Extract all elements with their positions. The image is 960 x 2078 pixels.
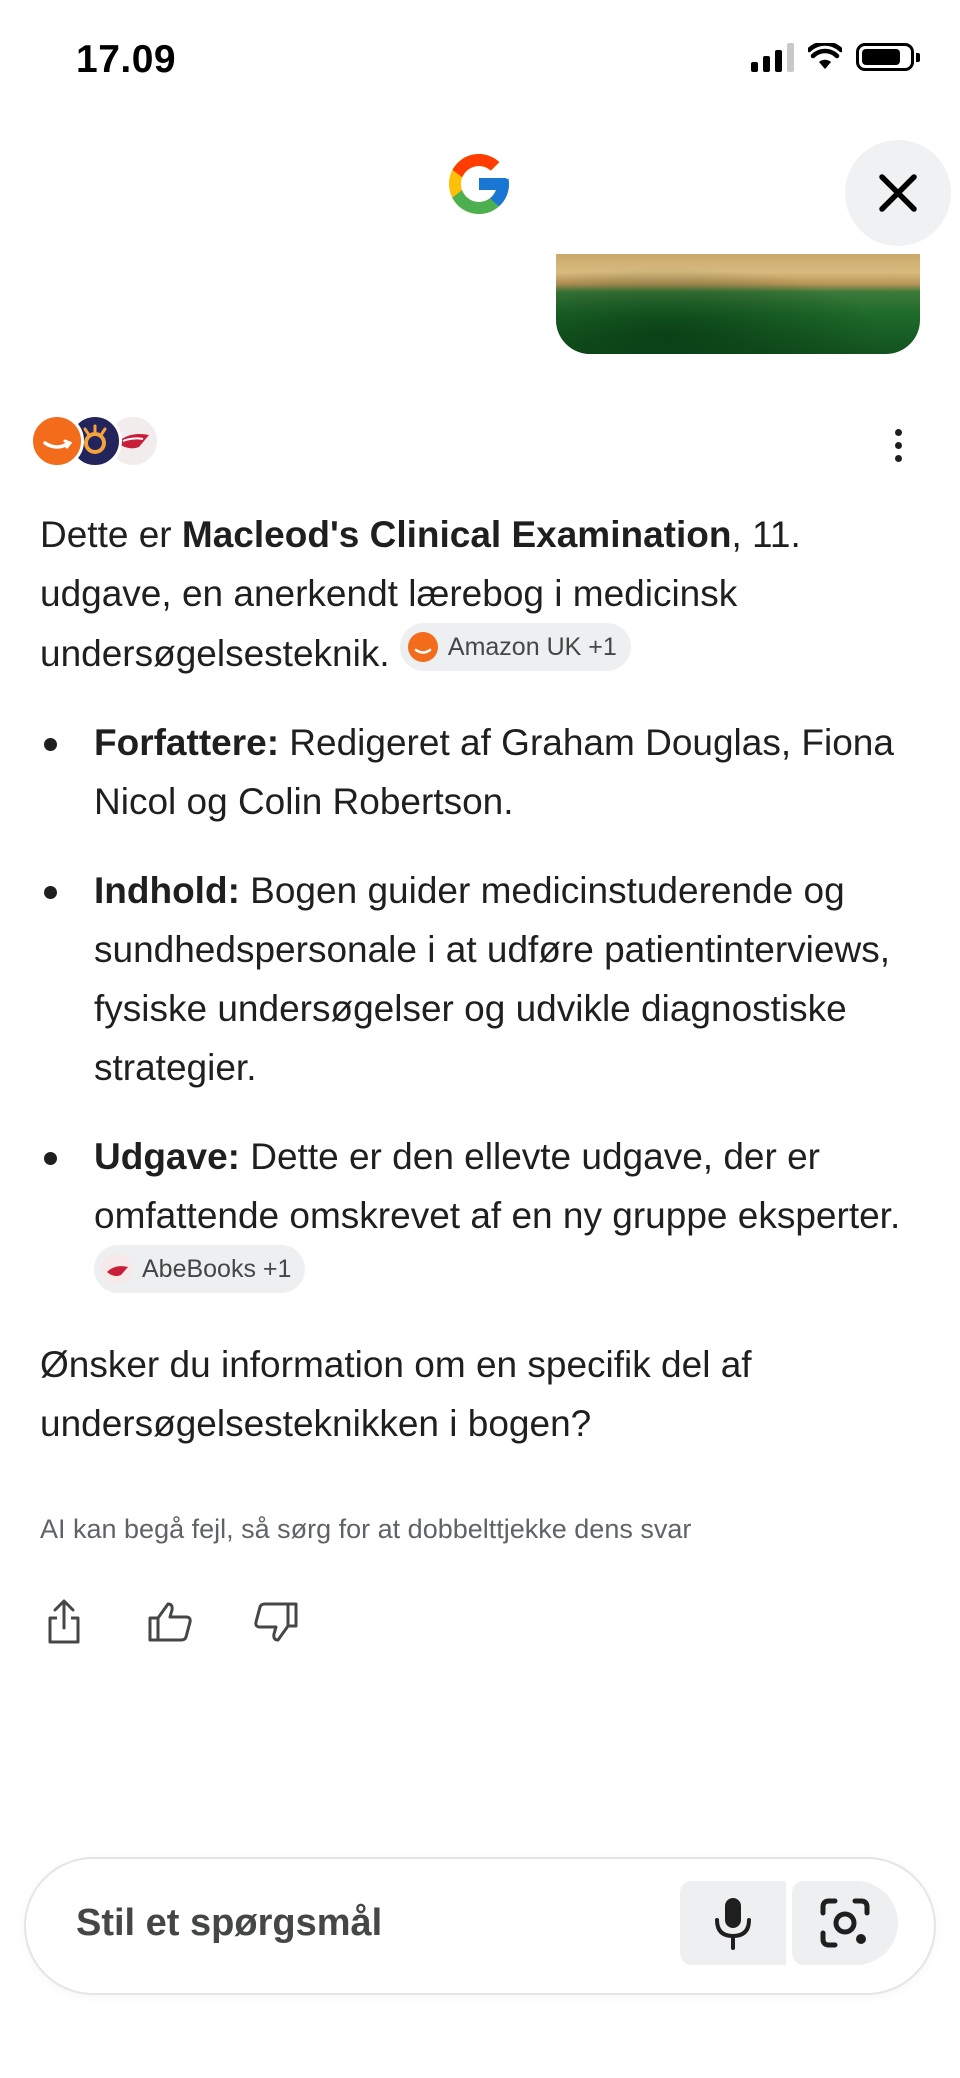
ask-input[interactable]: Stil et spørgsmål bbox=[76, 1902, 382, 1945]
cellular-signal-icon bbox=[751, 42, 794, 72]
ask-bar[interactable]: Stil et spørgsmål bbox=[24, 1857, 936, 1995]
google-g-icon bbox=[449, 154, 509, 214]
share-button[interactable] bbox=[40, 1596, 88, 1648]
source-chip-amazon[interactable]: Amazon UK +1 bbox=[399, 623, 631, 671]
status-icons bbox=[751, 42, 920, 72]
amazon-icon bbox=[30, 414, 84, 468]
list-item: Forfattere: Redigeret af Graham Douglas,… bbox=[40, 713, 920, 831]
microphone-icon bbox=[715, 1898, 751, 1950]
abebooks-icon bbox=[102, 1254, 132, 1284]
bullet-label: Indhold: bbox=[94, 870, 240, 911]
more-options-button[interactable] bbox=[880, 420, 916, 470]
wifi-icon bbox=[808, 43, 842, 69]
bullet-label: Forfattere: bbox=[94, 722, 280, 763]
voice-input-button[interactable] bbox=[680, 1881, 786, 1965]
query-image-thumbnail[interactable] bbox=[556, 254, 920, 354]
thumbs-up-icon bbox=[148, 1602, 192, 1642]
thumbs-up-button[interactable] bbox=[146, 1596, 194, 1648]
source-chip-abebooks[interactable]: AbeBooks +1 bbox=[94, 1245, 306, 1293]
chip-label: Amazon UK +1 bbox=[447, 633, 617, 661]
answer-bullets: Forfattere: Redigeret af Graham Douglas,… bbox=[40, 713, 920, 1305]
share-icon bbox=[48, 1599, 80, 1644]
response-actions bbox=[40, 1596, 300, 1648]
book-title: Macleod's Clinical Examination bbox=[181, 514, 732, 555]
battery-icon bbox=[856, 43, 920, 71]
amazon-icon bbox=[407, 632, 438, 662]
lens-search-button[interactable] bbox=[792, 1881, 898, 1965]
status-bar: 17.09 bbox=[0, 0, 960, 120]
bullet-label: Udgave: bbox=[94, 1136, 240, 1177]
thumbs-down-icon bbox=[254, 1602, 298, 1642]
answer-intro: Dette er Macleod's Clinical Examination,… bbox=[40, 505, 920, 683]
close-button[interactable] bbox=[845, 140, 951, 246]
followup-question: Ønsker du information om en specifik del… bbox=[40, 1344, 752, 1444]
camera-lens-icon bbox=[820, 1898, 870, 1948]
ai-disclaimer: AI kan begå fejl, så sørg for at dobbelt… bbox=[40, 1514, 692, 1544]
close-icon bbox=[879, 174, 917, 212]
status-time: 17.09 bbox=[76, 38, 177, 81]
intro-prefix: Dette er bbox=[40, 514, 182, 555]
chip-label: AbeBooks +1 bbox=[142, 1255, 292, 1283]
answer-body: Dette er Macleod's Clinical Examination,… bbox=[40, 505, 920, 1453]
thumbs-down-button[interactable] bbox=[252, 1596, 300, 1648]
list-item: Udgave: Dette er den ellevte udgave, der… bbox=[40, 1127, 920, 1305]
list-item: Indhold: Bogen guider medicinstuderende … bbox=[40, 861, 920, 1097]
